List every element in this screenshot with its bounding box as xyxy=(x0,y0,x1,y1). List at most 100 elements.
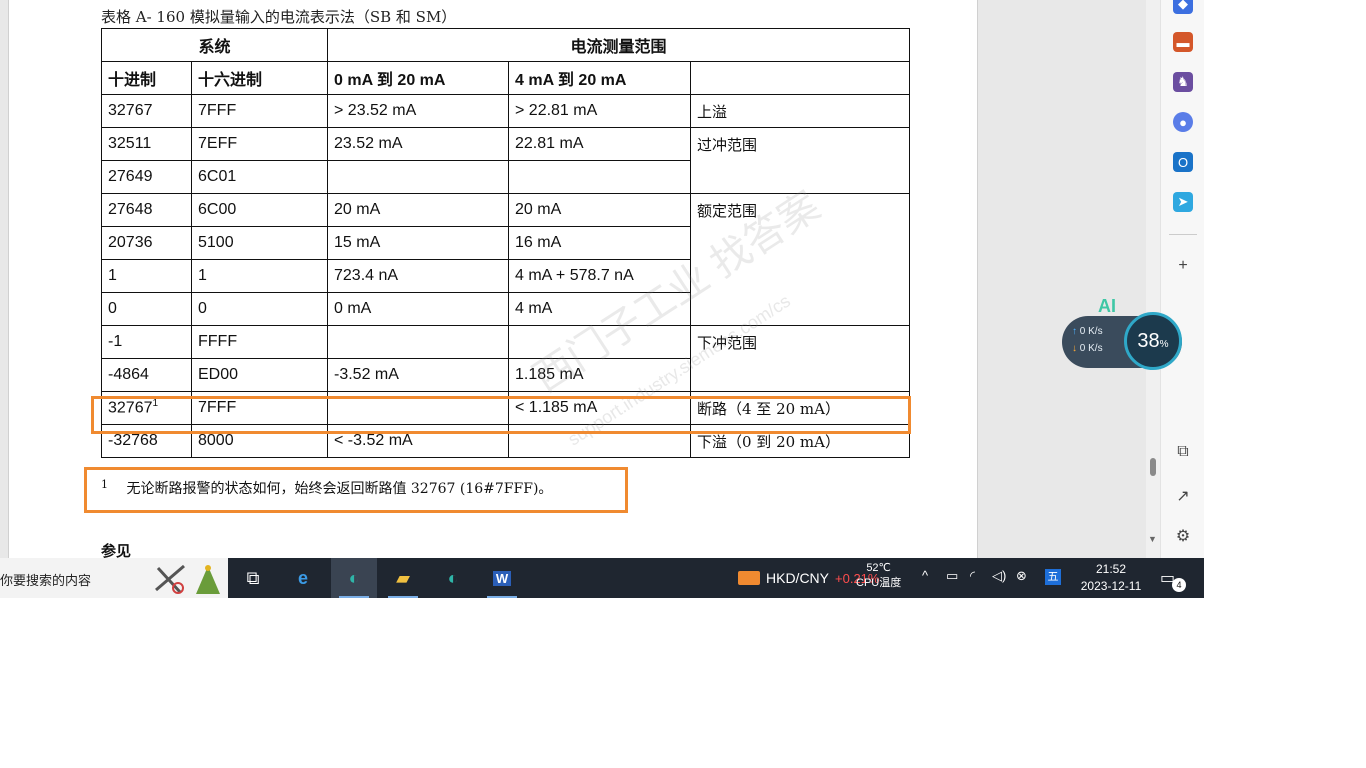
copilot-icon[interactable]: ● xyxy=(1173,112,1193,132)
cell-dec: 27648 xyxy=(101,193,192,227)
taskbar-search-box[interactable]: 你要搜索的内容 xyxy=(0,558,228,598)
cell-0-20: 0 mA xyxy=(327,292,509,326)
highlight-wire-break-row xyxy=(91,396,911,434)
word-icon[interactable]: W xyxy=(479,558,525,598)
header-0-20ma: 0 mA 到 20 mA xyxy=(327,61,509,95)
header-4-20ma: 4 mA 到 20 mA xyxy=(508,61,691,95)
windows-taskbar: 你要搜索的内容 ⧉ e ◐ ▰ ◐ W HKD/CNY +0.21% 52℃ C… xyxy=(0,558,1204,598)
clock-time: 21:52 xyxy=(1095,562,1127,576)
cell-0-20 xyxy=(327,160,509,194)
header-range-blank xyxy=(690,61,910,95)
volume-icon[interactable]: ◁) xyxy=(992,568,1006,584)
cell-4-20 xyxy=(508,325,691,359)
cell-dec: 1 xyxy=(101,259,192,293)
cell-dec: 32767 xyxy=(101,94,192,128)
cpu-temperature[interactable]: 52℃ CPU温度 xyxy=(856,561,901,591)
cell-hex: ED00 xyxy=(191,358,328,392)
cell-hex: 0 xyxy=(191,292,328,326)
battery-icon[interactable]: ▭ xyxy=(946,568,958,584)
vertical-scrollbar[interactable]: ▼ xyxy=(1146,0,1160,558)
toolbox-icon[interactable]: ▬ xyxy=(1173,32,1193,52)
cpu-usage-value: 38 xyxy=(1137,329,1160,352)
header-system: 系统 xyxy=(101,28,328,62)
cell-dec: 32511 xyxy=(101,127,192,161)
cell-4-20: 1.185 mA xyxy=(508,358,691,392)
currency-pair: HKD/CNY xyxy=(766,570,830,586)
send-icon[interactable]: ➤ xyxy=(1173,192,1193,212)
cell-4-20: > 22.81 mA xyxy=(508,94,691,128)
cell-hex: FFFF xyxy=(191,325,328,359)
ai-label: AI xyxy=(1098,296,1116,316)
cell-4-20: 4 mA + 578.7 nA xyxy=(508,259,691,293)
edge-icon[interactable]: ◐ xyxy=(331,558,377,598)
add-icon[interactable]: + xyxy=(1173,256,1193,276)
range-overshoot: 过冲范围 xyxy=(690,127,910,194)
cell-dec: -1 xyxy=(101,325,192,359)
scroll-down-arrow-icon[interactable]: ▼ xyxy=(1148,534,1157,544)
cpu-temp-value: 52℃ xyxy=(866,562,891,574)
header-decimal: 十进制 xyxy=(101,61,192,95)
settings-icon[interactable]: ⚙ xyxy=(1173,526,1193,546)
wifi-icon[interactable]: ◜ xyxy=(970,568,975,584)
table-caption: 表格 A- 160 模拟量输入的电流表示法（SB 和 SM） xyxy=(101,8,457,26)
chess-icon[interactable]: ♞ xyxy=(1173,72,1193,92)
cell-0-20: 20 mA xyxy=(327,193,509,227)
screenshot-icon[interactable]: ⧉ xyxy=(1173,442,1193,462)
file-explorer-icon[interactable]: ▰ xyxy=(380,558,426,598)
cell-4-20: 16 mA xyxy=(508,226,691,260)
cell-hex: 6C00 xyxy=(191,193,328,227)
cell-dec: 27649 xyxy=(101,160,192,194)
download-speed: ↓ 0 K/s xyxy=(1072,343,1103,354)
next-section-heading: 参见 xyxy=(101,543,132,558)
download-arrow-icon: ↓ xyxy=(1072,343,1077,354)
sidebar-divider xyxy=(1169,234,1197,235)
cell-0-20: 23.52 mA xyxy=(327,127,509,161)
cell-0-20 xyxy=(327,325,509,359)
edge-sidebar: ◆ ▬ ♞ ● O ➤ + ⧉ ↗ ⚙ xyxy=(1160,0,1204,558)
cell-hex: 7EFF xyxy=(191,127,328,161)
scroll-thumb[interactable] xyxy=(1150,458,1156,476)
close-circle-icon[interactable]: ⊗ xyxy=(1016,568,1027,584)
cell-dec: 20736 xyxy=(101,226,192,260)
cell-hex: 5100 xyxy=(191,226,328,260)
table-row: 27648 6C00 20 mA 20 mA 额定范围 xyxy=(101,193,910,326)
outlook-icon[interactable]: O xyxy=(1173,152,1193,172)
task-view-icon[interactable]: ⧉ xyxy=(230,558,276,598)
cell-hex: 6C01 xyxy=(191,160,328,194)
cell-4-20: 20 mA xyxy=(508,193,691,227)
ie-icon[interactable]: e xyxy=(280,558,326,598)
upload-speed: ↑ 0 K/s xyxy=(1072,326,1103,337)
cell-hex: 1 xyxy=(191,259,328,293)
edge-icon[interactable]: ◐ xyxy=(430,558,476,598)
gem-icon[interactable]: ◆ xyxy=(1173,0,1193,14)
table-row: 32767 7FFF > 23.52 mA > 22.81 mA 上溢 xyxy=(101,94,910,128)
range-rated: 额定范围 xyxy=(690,193,910,326)
cpu-temp-label: CPU温度 xyxy=(856,577,902,589)
search-placeholder: 你要搜索的内容 xyxy=(0,573,92,588)
cell-hex: 7FFF xyxy=(191,94,328,128)
cell-dec: -4864 xyxy=(101,358,192,392)
notification-count: 4 xyxy=(1172,578,1186,592)
taskbar-clock[interactable]: 21:52 2023-12-11 xyxy=(1072,561,1150,595)
header-current-range: 电流测量范围 xyxy=(327,28,910,62)
upload-arrow-icon: ↑ xyxy=(1072,326,1077,337)
current-representation-table: 系统 电流测量范围 十进制 十六进制 0 mA 到 20 mA 4 mA 到 2… xyxy=(101,28,910,458)
table-row: -1 FFFF 下冲范围 xyxy=(101,325,910,392)
search-doodle-icon xyxy=(155,564,220,594)
cpu-usage-unit: % xyxy=(1159,338,1169,350)
cpu-usage-ring[interactable]: 38% xyxy=(1124,312,1182,370)
clock-date: 2023-12-11 xyxy=(1080,579,1142,593)
chevron-up-icon[interactable]: ^ xyxy=(922,568,928,583)
cell-4-20: 4 mA xyxy=(508,292,691,326)
cell-0-20: 723.4 nA xyxy=(327,259,509,293)
external-link-icon[interactable]: ↗ xyxy=(1173,486,1193,506)
currency-icon xyxy=(738,571,760,585)
cell-0-20: 15 mA xyxy=(327,226,509,260)
table-row: 32511 7EFF 23.52 mA 22.81 mA 过冲范围 xyxy=(101,127,910,194)
cell-0-20: -3.52 mA xyxy=(327,358,509,392)
document-viewer: 表格 A- 160 模拟量输入的电流表示法（SB 和 SM） 系统 电流测量范围… xyxy=(0,0,1160,558)
cell-4-20 xyxy=(508,160,691,194)
upload-speed-value: 0 K/s xyxy=(1079,326,1103,337)
download-speed-value: 0 K/s xyxy=(1079,343,1103,354)
ime-indicator[interactable]: 五 xyxy=(1045,569,1061,585)
